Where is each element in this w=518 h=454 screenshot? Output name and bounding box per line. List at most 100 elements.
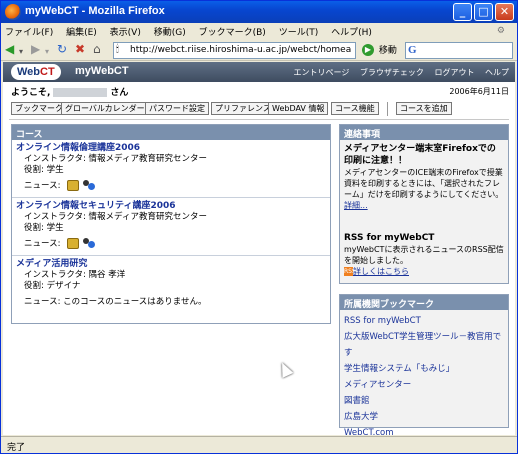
link-help[interactable]: ヘルプ <box>485 68 509 77</box>
news-people-icon[interactable] <box>82 180 96 191</box>
go-button[interactable]: ▶ 移動 <box>362 43 397 56</box>
rss-details-link[interactable]: 詳しくはこちら <box>353 267 409 276</box>
link-entry-page[interactable]: エントリページ <box>294 68 350 77</box>
course-instructor: インストラクタ: 情報メディア教育研究センター <box>24 212 207 222</box>
stop-icon[interactable]: ✖ <box>75 42 85 56</box>
bookmark-link-hiroshima-univ[interactable]: 広島大学 <box>344 409 504 425</box>
course-functions-button[interactable]: コース機能 <box>331 102 379 115</box>
webdav-info-button[interactable]: WebDAV 情報 <box>268 102 329 115</box>
webct-logo: WebCT <box>11 64 61 80</box>
bookmark-link-library[interactable]: 図書館 <box>344 393 504 409</box>
global-calendar-button[interactable]: グローバルカレンダー <box>61 102 149 115</box>
throbber-icon: ⚙ <box>496 26 505 36</box>
webct-logo-ct: CT <box>40 66 55 78</box>
browser-window: myWebCT - Mozilla Firefox _ □ ✕ ファイル(F) … <box>0 0 518 454</box>
notice-details-link[interactable]: 詳細... <box>344 200 504 211</box>
rss-title: RSS for myWebCT <box>344 233 435 243</box>
menu-go[interactable]: 移動(G) <box>150 23 192 38</box>
title-bar[interactable]: myWebCT - Mozilla Firefox _ □ ✕ <box>1 1 517 23</box>
rss-link-row: RSS詳しくはこちら <box>344 266 504 277</box>
close-button[interactable]: ✕ <box>495 3 514 21</box>
notice-body: メディアセンター端末室Firefoxでの印刷に注意！！ メディアセンターのICE… <box>340 140 508 280</box>
bookmark-link-media-center[interactable]: メディアセンター <box>344 377 504 393</box>
notice-text: メディアセンターのICE端末のFirefoxで授業資料を印刷するときには、「選択… <box>344 168 504 199</box>
course-item: オンライン情報セキュリティ講座2006 インストラクタ: 情報メディア教育研究セ… <box>12 198 330 256</box>
welcome-suffix: さん <box>110 88 129 98</box>
go-label: 移動 <box>378 46 397 56</box>
firefox-icon <box>5 4 21 20</box>
course-title-link[interactable]: メディア活用研究 <box>16 258 326 270</box>
address-bar[interactable]: 🕯 http://webct.riise.hiroshima-u.ac.jp/w… <box>113 42 356 59</box>
minimize-button[interactable]: _ <box>453 3 472 21</box>
course-title-link[interactable]: オンライン情報倫理講座2006 <box>16 142 326 154</box>
google-logo-icon: G <box>408 44 417 56</box>
news-book-icon[interactable] <box>67 238 80 249</box>
course-item: オンライン情報倫理講座2006 インストラクタ: 情報メディア教育研究センター … <box>12 140 330 198</box>
course-news: ニュース: <box>16 179 326 193</box>
maximize-button[interactable]: □ <box>474 3 493 21</box>
course-role: 役割: 学生 <box>24 165 64 175</box>
bookmark-link-rss[interactable]: RSS for myWebCT <box>344 313 504 329</box>
bookmarks-list: RSS for myWebCT 広大版WebCT学生管理ツール－教官用です 学生… <box>340 310 508 435</box>
bookmark-link-momiji[interactable]: 学生情報システム「もみじ」 <box>344 361 504 377</box>
current-date: 2006年6月11日 <box>449 87 509 96</box>
forward-dropdown-icon[interactable]: ▾ <box>45 45 49 59</box>
redacted-username <box>53 88 108 97</box>
menu-edit[interactable]: 編集(E) <box>62 23 103 38</box>
bookmark-button[interactable]: ブックマーク <box>11 102 67 115</box>
toolbar-divider <box>387 102 388 116</box>
page-content: WebCT myWebCT エントリページ ブラウザチェック ログアウト ヘルプ… <box>3 62 515 435</box>
preferences-button[interactable]: プリファレンス <box>211 102 275 115</box>
status-bar: 完了 <box>1 436 517 453</box>
search-box[interactable]: G <box>405 42 513 59</box>
course-instructor: インストラクタ: 隅谷 孝洋 <box>24 270 126 280</box>
bookmarks-panel-header: 所属機関ブックマーク <box>340 295 508 310</box>
site-icon: 🕯 <box>116 44 119 55</box>
home-icon[interactable]: ⌂ <box>93 42 101 56</box>
window-title: myWebCT - Mozilla Firefox <box>25 5 165 17</box>
welcome-prefix: ようこそ, <box>11 88 51 98</box>
notice-panel: 連絡事項 メディアセンター端末室Firefoxでの印刷に注意！！ メディアセンタ… <box>339 124 509 284</box>
status-text: 完了 <box>7 443 26 453</box>
course-role: 役割: 学生 <box>24 223 64 233</box>
reload-icon[interactable]: ↻ <box>57 42 67 56</box>
menu-help[interactable]: ヘルプ(H) <box>327 23 378 38</box>
webct-toolbar: ブックマーク グローバルカレンダー パスワード設定 プリファレンス WebDAV… <box>11 102 511 116</box>
bookmarks-panel: 所属機関ブックマーク RSS for myWebCT 広大版WebCT学生管理ツ… <box>339 294 509 435</box>
forward-arrow-icon[interactable]: ▶ <box>31 42 40 56</box>
course-panel-header: コース <box>12 125 330 140</box>
go-arrow-icon: ▶ <box>362 43 374 56</box>
webct-title: myWebCT <box>75 65 129 77</box>
menu-bookmarks[interactable]: ブックマーク(B) <box>195 23 272 38</box>
back-arrow-icon[interactable]: ◀ <box>5 42 14 56</box>
rss-icon: RSS <box>344 267 356 276</box>
course-title-link[interactable]: オンライン情報セキュリティ講座2006 <box>16 200 326 212</box>
course-news: ニュース: <box>16 237 326 251</box>
bookmark-link-webct-com[interactable]: WebCT.com <box>344 425 504 435</box>
url-text[interactable]: http://webct.riise.hiroshima-u.ac.jp/web… <box>130 45 352 55</box>
add-course-button[interactable]: コースを追加 <box>396 102 452 115</box>
course-item: メディア活用研究 インストラクタ: 隅谷 孝洋 役割: デザイナ ニュース: こ… <box>12 256 330 313</box>
course-news: ニュース: このコースのニュースはありません。 <box>24 297 207 307</box>
news-label: ニュース: <box>24 181 61 191</box>
menu-view[interactable]: 表示(V) <box>106 23 147 38</box>
divider <box>9 119 509 120</box>
news-book-icon[interactable] <box>67 180 80 191</box>
menu-tools[interactable]: ツール(T) <box>275 23 325 38</box>
link-logout[interactable]: ログアウト <box>434 68 474 77</box>
course-instructor: インストラクタ: 情報メディア教育研究センター <box>24 154 207 164</box>
bookmark-link-student-tool[interactable]: 広大版WebCT学生管理ツール－教官用です <box>344 329 504 361</box>
mouse-cursor-icon <box>276 360 294 378</box>
password-settings-button[interactable]: パスワード設定 <box>145 102 209 115</box>
webct-logo-web: Web <box>17 66 41 78</box>
navigation-toolbar: ◀ ▾ ▶ ▾ ↻ ✖ ⌂ 🕯 http://webct.riise.hiros… <box>1 39 517 61</box>
notice-panel-header: 連絡事項 <box>340 125 508 140</box>
back-dropdown-icon[interactable]: ▾ <box>19 45 23 59</box>
course-role: 役割: デザイナ <box>24 281 81 291</box>
rss-text: myWebCTに表示されるニュースのRSS配信を開始しました。 <box>344 245 504 265</box>
welcome-message: ようこそ, さん <box>11 85 128 98</box>
menu-file[interactable]: ファイル(F) <box>1 23 59 38</box>
news-people-icon[interactable] <box>82 238 96 249</box>
header-links: エントリページ ブラウザチェック ログアウト ヘルプ <box>286 67 509 78</box>
link-browser-check[interactable]: ブラウザチェック <box>360 68 424 77</box>
